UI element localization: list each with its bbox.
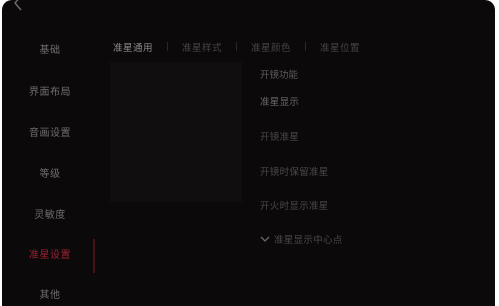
- sidebar-item-basic[interactable]: 基础: [2, 37, 98, 65]
- settings-sidebar: 基础 界面布局 音画设置 等级 灵敏度 准星设置 其他: [2, 30, 98, 306]
- sidebar-item-other[interactable]: 其他: [2, 282, 98, 306]
- tab-divider: [167, 42, 169, 51]
- settings-screen: 基础 界面布局 音画设置 等级 灵敏度 准星设置 其他 准星通用 准星样式 准星颜色…: [2, 0, 495, 306]
- tab-crosshair-general[interactable]: 准星通用: [113, 39, 153, 59]
- chevron-down-icon[interactable]: [260, 234, 270, 244]
- tab-crosshair-style[interactable]: 准星样式: [182, 39, 222, 59]
- tab-divider: [236, 42, 238, 51]
- tab-bar: 准星通用 准星样式 准星颜色 准星位置: [113, 36, 374, 56]
- tab-crosshair-position[interactable]: 准星位置: [320, 39, 360, 59]
- sidebar-item-level[interactable]: 等级: [2, 161, 98, 189]
- sidebar-item-layout[interactable]: 界面布局: [2, 79, 98, 107]
- option-crosshair-display[interactable]: 准星显示: [260, 94, 299, 108]
- tab-divider: [305, 42, 307, 51]
- sidebar-item-sensitivity[interactable]: 灵敏度: [2, 202, 98, 230]
- sidebar-item-audio-video[interactable]: 音画设置: [2, 120, 98, 148]
- option-show-crosshair-when-firing[interactable]: 开火时显示准星: [260, 198, 329, 212]
- back-arrow-icon[interactable]: [11, 0, 25, 12]
- sidebar-item-crosshair[interactable]: 准星设置: [2, 242, 98, 270]
- option-scope-crosshair[interactable]: 开镜准星: [260, 129, 299, 143]
- active-tab-indicator: [93, 239, 95, 273]
- tab-crosshair-color[interactable]: 准星颜色: [251, 39, 291, 59]
- option-keep-crosshair-when-scoped[interactable]: 开镜时保留准星: [260, 164, 329, 178]
- option-crosshair-center-dot[interactable]: 准星显示中心点: [274, 232, 343, 246]
- options-title: 开镜功能: [260, 70, 299, 81]
- crosshair-preview: [110, 62, 242, 202]
